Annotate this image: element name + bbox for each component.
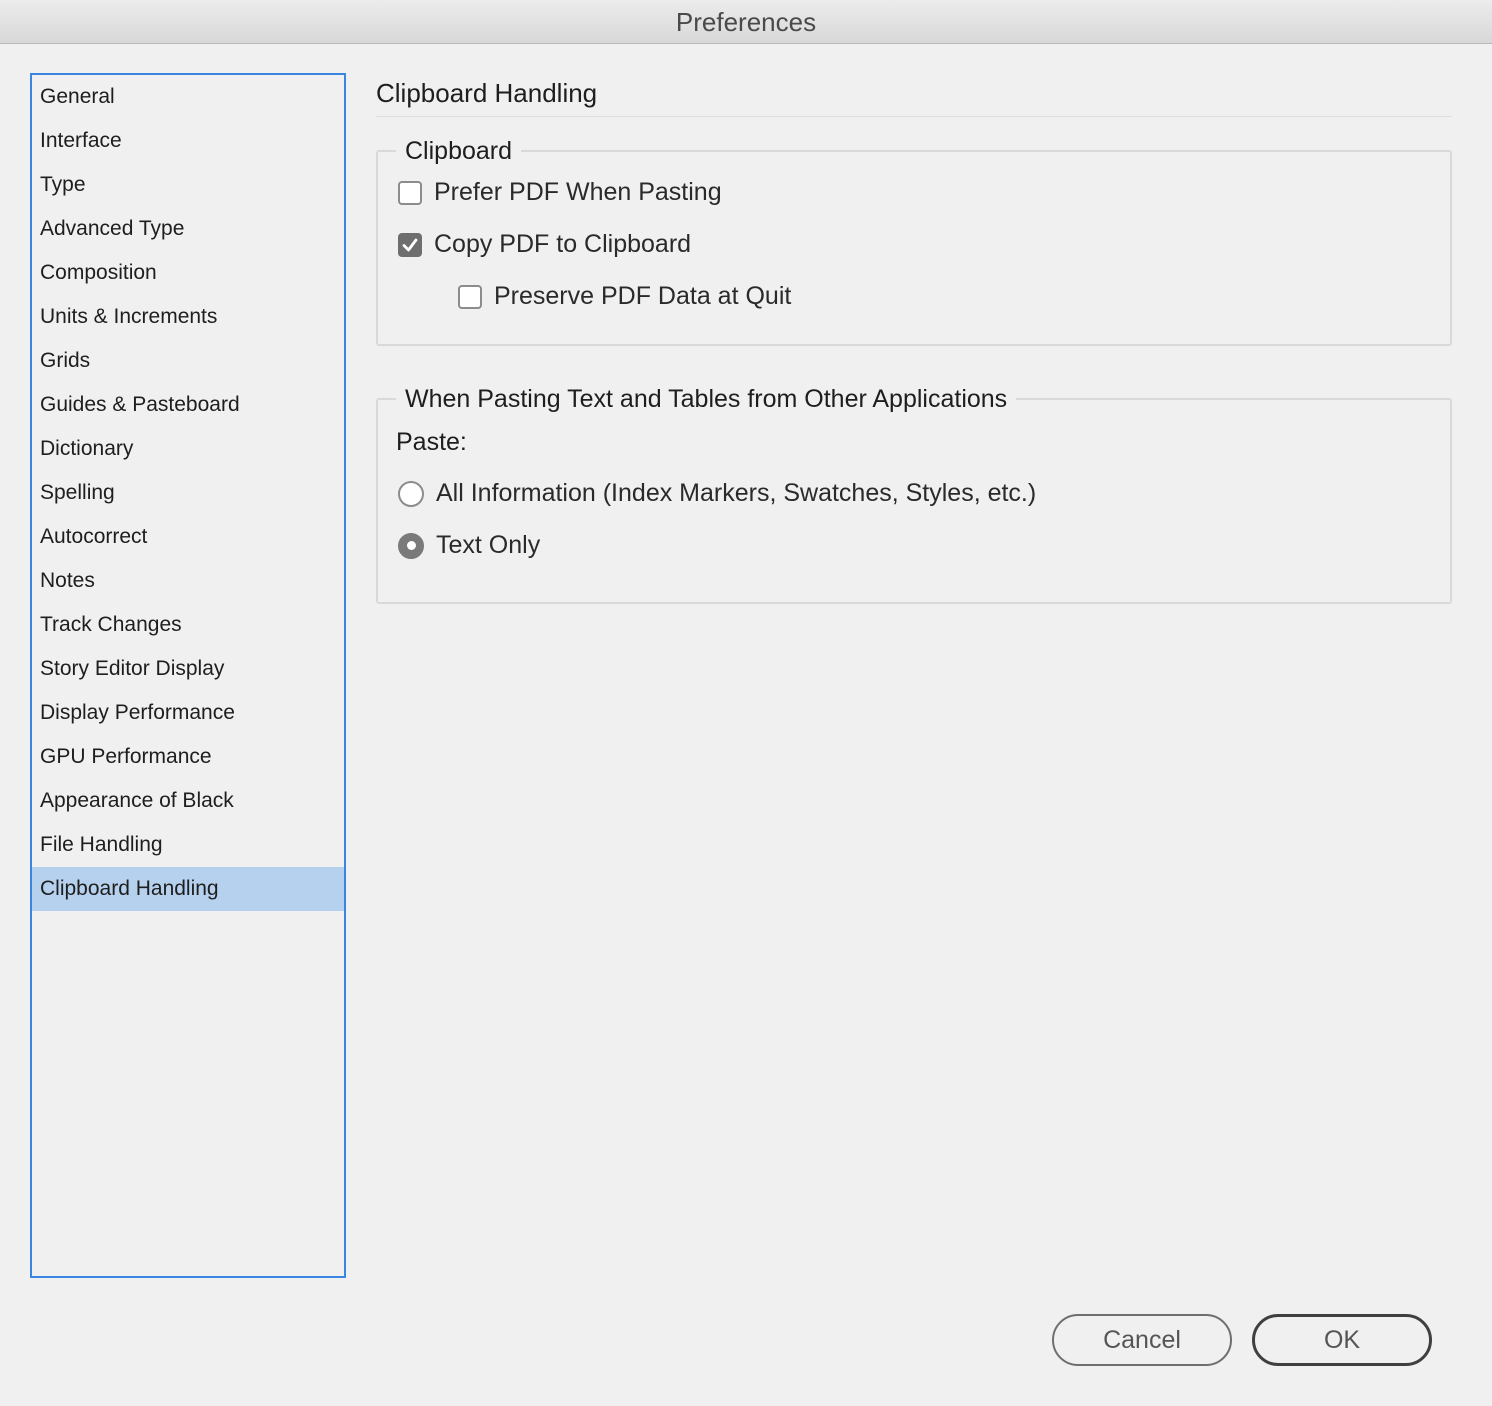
copy-pdf-label[interactable]: Copy PDF to Clipboard bbox=[434, 230, 691, 259]
paste-all-information-radio[interactable] bbox=[398, 480, 424, 507]
cancel-button[interactable]: Cancel bbox=[1052, 1314, 1232, 1366]
title-divider bbox=[376, 116, 1452, 117]
preferences-category-list[interactable]: General Interface Type Advanced Type Com… bbox=[30, 73, 346, 1278]
sidebar-item-appearance-of-black[interactable]: Appearance of Black bbox=[32, 779, 344, 823]
window-title: Preferences bbox=[0, 0, 1492, 44]
page-title: Clipboard Handling bbox=[376, 78, 598, 108]
sidebar-item-display-performance[interactable]: Display Performance bbox=[32, 691, 344, 735]
copy-pdf-checkbox[interactable] bbox=[398, 232, 422, 257]
sidebar-item-dictionary[interactable]: Dictionary bbox=[32, 427, 344, 471]
sidebar-item-story-editor-display[interactable]: Story Editor Display bbox=[32, 647, 344, 691]
sidebar-item-type[interactable]: Type bbox=[32, 163, 344, 207]
sidebar-item-file-handling[interactable]: File Handling bbox=[32, 823, 344, 867]
sidebar-item-spelling[interactable]: Spelling bbox=[32, 471, 344, 515]
clipboard-group: Clipboard Prefer PDF When Pasting Copy P… bbox=[376, 134, 1452, 346]
preserve-pdf-label[interactable]: Preserve PDF Data at Quit bbox=[494, 282, 791, 311]
prefer-pdf-option[interactable]: Prefer PDF When Pasting bbox=[398, 178, 722, 207]
ok-button[interactable]: OK bbox=[1252, 1314, 1432, 1366]
sidebar-item-track-changes[interactable]: Track Changes bbox=[32, 603, 344, 647]
sidebar-item-units-increments[interactable]: Units & Increments bbox=[32, 295, 344, 339]
copy-pdf-option[interactable]: Copy PDF to Clipboard bbox=[398, 230, 691, 259]
sidebar-item-grids[interactable]: Grids bbox=[32, 339, 344, 383]
paste-group-legend: When Pasting Text and Tables from Other … bbox=[396, 382, 1017, 416]
paste-text-only-radio[interactable] bbox=[398, 532, 424, 559]
clipboard-group-legend: Clipboard bbox=[396, 134, 522, 168]
paste-all-information-option[interactable]: All Information (Index Markers, Swatches… bbox=[398, 479, 1036, 508]
checkmark-icon bbox=[402, 238, 418, 251]
sidebar-item-clipboard-handling[interactable]: Clipboard Handling bbox=[32, 867, 344, 911]
prefer-pdf-label[interactable]: Prefer PDF When Pasting bbox=[434, 178, 722, 207]
paste-all-information-label[interactable]: All Information (Index Markers, Swatches… bbox=[436, 479, 1036, 508]
sidebar-item-composition[interactable]: Composition bbox=[32, 251, 344, 295]
sidebar-item-general[interactable]: General bbox=[32, 75, 344, 119]
paste-label: Paste: bbox=[396, 428, 467, 456]
sidebar-item-gpu-performance[interactable]: GPU Performance bbox=[32, 735, 344, 779]
paste-text-only-option[interactable]: Text Only bbox=[398, 531, 540, 560]
paste-text-only-label[interactable]: Text Only bbox=[436, 531, 540, 560]
sidebar-item-autocorrect[interactable]: Autocorrect bbox=[32, 515, 344, 559]
prefer-pdf-checkbox[interactable] bbox=[398, 180, 422, 205]
radio-selected-dot bbox=[406, 541, 416, 550]
sidebar-item-notes[interactable]: Notes bbox=[32, 559, 344, 603]
preserve-pdf-checkbox[interactable] bbox=[458, 284, 482, 309]
paste-group: When Pasting Text and Tables from Other … bbox=[376, 382, 1452, 604]
sidebar-item-interface[interactable]: Interface bbox=[32, 119, 344, 163]
sidebar-item-guides-pasteboard[interactable]: Guides & Pasteboard bbox=[32, 383, 344, 427]
sidebar-item-advanced-type[interactable]: Advanced Type bbox=[32, 207, 344, 251]
preserve-pdf-option[interactable]: Preserve PDF Data at Quit bbox=[458, 282, 791, 311]
